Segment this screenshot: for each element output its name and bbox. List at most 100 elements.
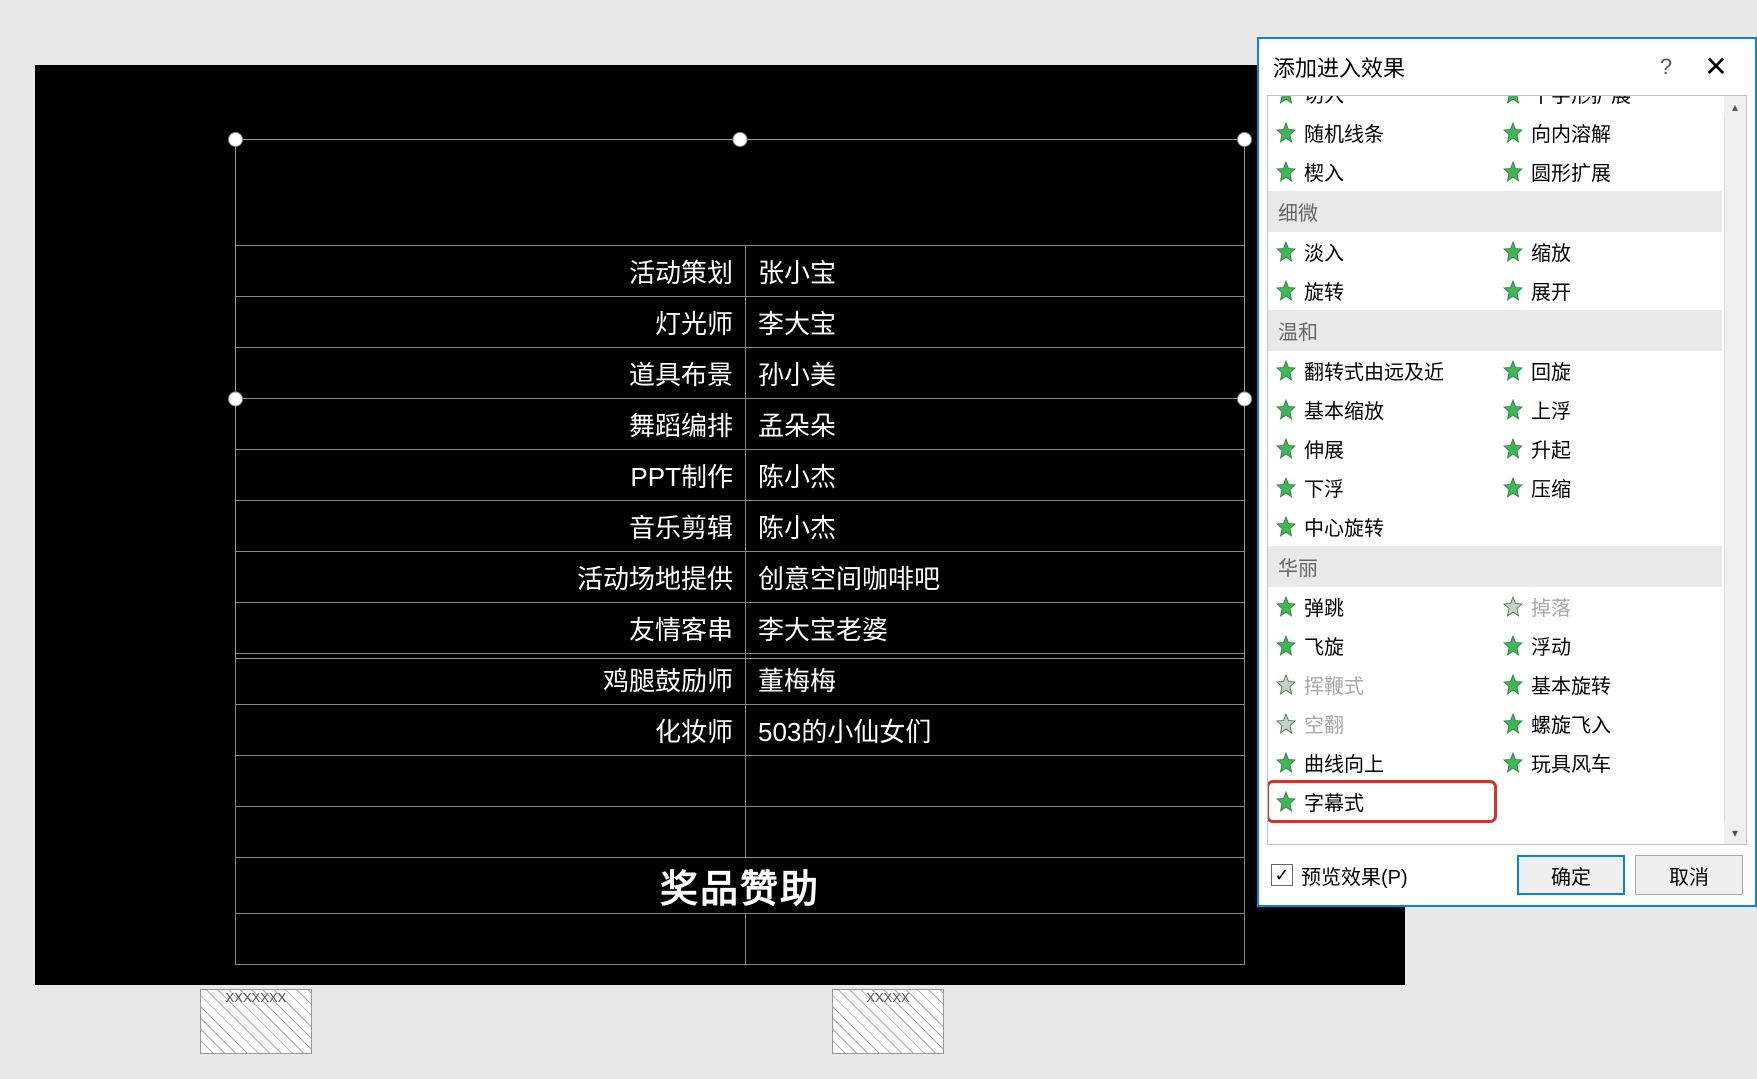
star-icon (1501, 751, 1525, 775)
effect-item[interactable]: 伸展 (1268, 429, 1495, 468)
effect-label: 圆形扩展 (1531, 157, 1611, 186)
effect-item: 空翻 (1268, 704, 1495, 743)
effect-item[interactable]: 曲线向上 (1268, 743, 1495, 782)
effect-group-header: 温和 (1268, 310, 1722, 351)
credit-role: 音乐剪辑 (236, 501, 746, 552)
effect-label: 缩放 (1531, 237, 1571, 266)
effect-label: 浮动 (1531, 631, 1571, 660)
credit-name: 创意空间咖啡吧 (746, 552, 1245, 603)
ok-button[interactable]: 确定 (1517, 855, 1625, 895)
effect-group-header: 细微 (1268, 191, 1722, 232)
help-button[interactable]: ? (1641, 42, 1691, 92)
effect-label: 楔入 (1304, 157, 1344, 186)
credit-name: 张小宝 (746, 246, 1245, 297)
effect-item[interactable]: 缩放 (1495, 232, 1722, 271)
star-icon (1501, 634, 1525, 658)
credit-name: 孙小美 (746, 348, 1245, 399)
effect-item[interactable]: 淡入 (1268, 232, 1495, 271)
credit-name: 陈小杰 (746, 501, 1245, 552)
effect-item[interactable]: 十字形扩展 (1495, 95, 1722, 113)
preview-label: 预览效果(P) (1301, 861, 1408, 890)
star-icon (1501, 398, 1525, 422)
effect-item[interactable]: 弹跳 (1268, 587, 1495, 626)
effect-label: 翻转式由远及近 (1304, 356, 1444, 385)
effect-label: 向内溶解 (1531, 118, 1611, 147)
effect-label: 基本旋转 (1531, 670, 1611, 699)
cancel-button[interactable]: 取消 (1635, 855, 1743, 895)
effect-item[interactable]: 回旋 (1495, 351, 1722, 390)
star-icon (1501, 359, 1525, 383)
effect-item[interactable]: 展开 (1495, 271, 1722, 310)
effect-label: 淡入 (1304, 237, 1344, 266)
effect-label: 压缩 (1531, 473, 1571, 502)
star-icon (1501, 437, 1525, 461)
empty-cell (236, 914, 746, 965)
effect-label: 随机线条 (1304, 118, 1384, 147)
credit-name: 孟朵朵 (746, 399, 1245, 450)
star-icon (1274, 790, 1298, 814)
star-icon (1274, 160, 1298, 184)
star-icon (1274, 398, 1298, 422)
star-icon (1274, 634, 1298, 658)
dialog-footer: ✓ 预览效果(P) 确定 取消 (1259, 845, 1755, 905)
effect-label: 下浮 (1304, 473, 1344, 502)
effect-label: 上浮 (1531, 395, 1571, 424)
table-row: 灯光师李大宝 (236, 297, 1245, 348)
slide-thumb[interactable]: XXXXX (832, 989, 944, 1054)
effect-item[interactable]: 基本旋转 (1495, 665, 1722, 704)
effect-label: 空翻 (1304, 709, 1344, 738)
effect-item[interactable]: 字幕式 (1268, 782, 1495, 821)
star-icon (1501, 476, 1525, 500)
effect-item[interactable]: 旋转 (1268, 271, 1495, 310)
resize-handle[interactable] (733, 132, 748, 147)
effect-item[interactable]: 下浮 (1268, 468, 1495, 507)
effect-label: 挥鞭式 (1304, 670, 1364, 699)
slide-thumb-strip: XXXXXXX XXXXX (200, 989, 1210, 1079)
effect-item[interactable]: 切入 (1268, 95, 1495, 113)
effect-item[interactable]: 压缩 (1495, 468, 1722, 507)
credit-role: 活动策划 (236, 246, 746, 297)
effect-label: 玩具风车 (1531, 748, 1611, 777)
effect-item[interactable]: 向内溶解 (1495, 113, 1722, 152)
effect-label: 切入 (1304, 95, 1344, 108)
effect-item[interactable]: 翻转式由远及近 (1268, 351, 1495, 390)
star-icon (1274, 240, 1298, 264)
empty-cell (746, 807, 1245, 858)
preview-checkbox[interactable]: ✓ 预览效果(P) (1271, 861, 1507, 890)
add-entrance-effect-dialog: 添加进入效果 ? ✕ 切入 十字形扩展随机线条 向内溶解楔入 圆形扩展细微淡入 缩放旋转… (1257, 37, 1757, 907)
star-icon (1501, 712, 1525, 736)
dialog-titlebar[interactable]: 添加进入效果 ? ✕ (1259, 39, 1755, 95)
credit-name: 503的小仙女们 (746, 705, 1245, 756)
star-icon (1274, 595, 1298, 619)
effect-item[interactable]: 随机线条 (1268, 113, 1495, 152)
table-row (236, 914, 1245, 965)
effect-item[interactable]: 中心旋转 (1268, 507, 1495, 546)
effect-item[interactable]: 基本缩放 (1268, 390, 1495, 429)
star-icon (1501, 240, 1525, 264)
star-icon (1501, 673, 1525, 697)
effect-label: 飞旋 (1304, 631, 1344, 660)
effect-item[interactable]: 圆形扩展 (1495, 152, 1722, 191)
effect-item[interactable]: 飞旋 (1268, 626, 1495, 665)
resize-handle[interactable] (1237, 132, 1252, 147)
effect-label: 展开 (1531, 276, 1571, 305)
effect-item[interactable]: 上浮 (1495, 390, 1722, 429)
star-icon (1274, 751, 1298, 775)
scroll-down-icon[interactable]: ▾ (1724, 822, 1746, 844)
effect-item[interactable]: 升起 (1495, 429, 1722, 468)
dialog-title: 添加进入效果 (1273, 51, 1641, 83)
table-row: 道具布景孙小美 (236, 348, 1245, 399)
slide-thumb[interactable]: XXXXXXX (200, 989, 312, 1054)
scroll-up-icon[interactable]: ▴ (1724, 96, 1746, 118)
close-icon[interactable]: ✕ (1691, 42, 1741, 92)
effect-item[interactable]: 螺旋飞入 (1495, 704, 1722, 743)
scrollbar[interactable]: ▴ ▾ (1724, 96, 1746, 844)
effect-item[interactable]: 楔入 (1268, 152, 1495, 191)
credit-role: 化妆师 (236, 705, 746, 756)
resize-handle[interactable] (228, 132, 243, 147)
effect-item[interactable]: 玩具风车 (1495, 743, 1722, 782)
star-icon (1274, 95, 1298, 106)
effect-item[interactable]: 浮动 (1495, 626, 1722, 665)
slide-canvas[interactable]: 活动策划张小宝灯光师李大宝道具布景孙小美舞蹈编排孟朵朵PPT制作陈小杰音乐剪辑陈… (35, 65, 1405, 985)
effect-group-header: 华丽 (1268, 546, 1722, 587)
